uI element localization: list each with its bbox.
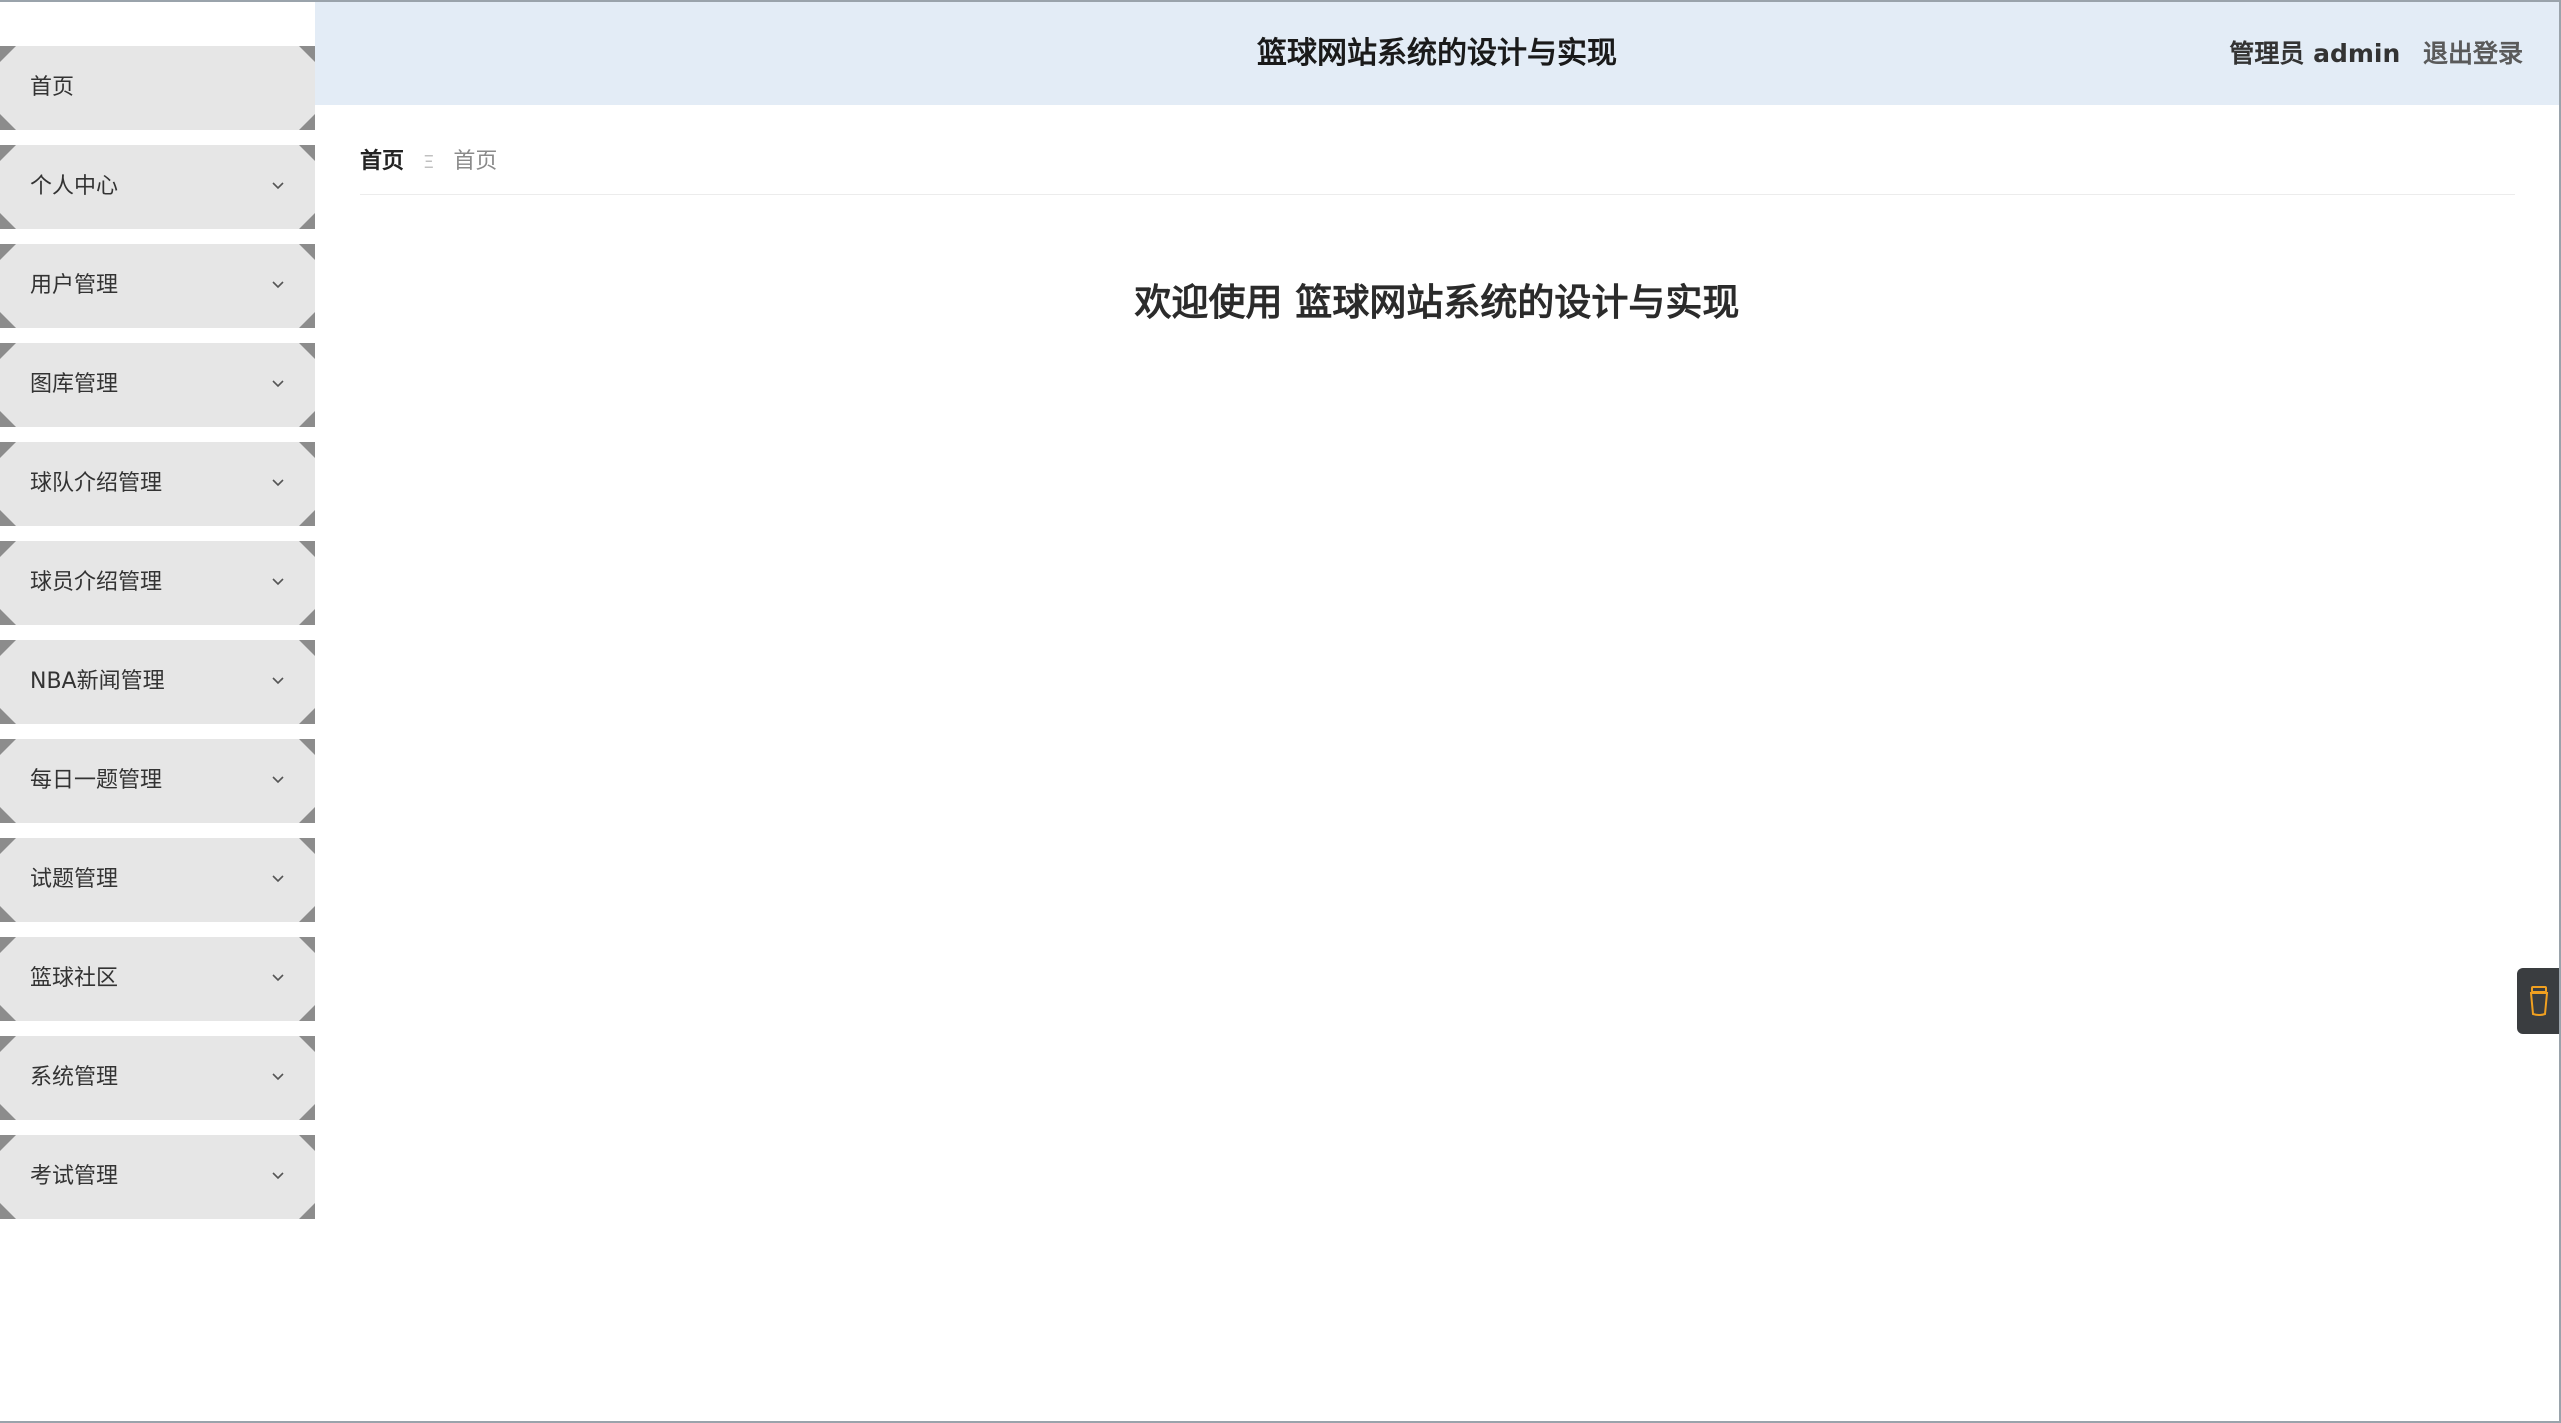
chevron-down-icon xyxy=(272,380,284,388)
sidebar-item-exam-question-management[interactable]: 试题管理 xyxy=(0,838,315,922)
content-divider xyxy=(360,194,2515,195)
sidebar-item-basketball-community[interactable]: 篮球社区 xyxy=(0,937,315,1021)
floating-widget-button[interactable] xyxy=(2517,968,2561,1034)
chevron-down-icon xyxy=(272,1172,284,1180)
chevron-down-icon xyxy=(272,1073,284,1081)
window-frame xyxy=(0,0,2561,1423)
sidebar-item-gallery-management[interactable]: 图库管理 xyxy=(0,343,315,427)
breadcrumb-current: 首页 xyxy=(453,149,498,174)
sidebar-item-label: 试题管理 xyxy=(30,867,119,892)
chevron-down-icon xyxy=(272,182,284,190)
chevron-down-icon xyxy=(272,776,284,784)
sidebar-item-home[interactable]: 首页 xyxy=(0,46,315,130)
breadcrumb: 首页 Ξ 首页 xyxy=(360,148,497,188)
sidebar-item-label: 球队介绍管理 xyxy=(30,471,163,496)
sidebar-item-nba-news-management[interactable]: NBA新闻管理 xyxy=(0,640,315,724)
welcome-heading: 欢迎使用 篮球网站系统的设计与实现 xyxy=(1134,281,1740,324)
chevron-down-icon xyxy=(272,677,284,685)
cup-icon xyxy=(2529,986,2549,1016)
current-user-label: 管理员 admin xyxy=(2229,39,2401,68)
top-header: 篮球网站系统的设计与实现 管理员 admin 退出登录 xyxy=(315,2,2559,105)
sidebar-item-label: 球员介绍管理 xyxy=(30,570,163,595)
sidebar-item-label: 考试管理 xyxy=(30,1164,119,1189)
sidebar-item-player-intro-management[interactable]: 球员介绍管理 xyxy=(0,541,315,625)
sidebar-item-label: 个人中心 xyxy=(30,174,119,199)
sidebar-item-label: NBA新闻管理 xyxy=(30,669,165,694)
chevron-down-icon xyxy=(272,578,284,586)
app-title: 篮球网站系统的设计与实现 xyxy=(1257,36,1617,71)
sidebar-item-personal-center[interactable]: 个人中心 xyxy=(0,145,315,229)
sidebar-item-label: 首页 xyxy=(30,75,75,100)
sidebar-item-exam-management[interactable]: 考试管理 xyxy=(0,1135,315,1219)
header-user-area: 管理员 admin 退出登录 xyxy=(2229,2,2523,105)
sidebar-item-label: 每日一题管理 xyxy=(30,768,163,793)
logout-button[interactable]: 退出登录 xyxy=(2423,39,2523,68)
sidebar-item-user-management[interactable]: 用户管理 xyxy=(0,244,315,328)
breadcrumb-separator: Ξ xyxy=(423,152,435,173)
sidebar-item-label: 用户管理 xyxy=(30,273,119,298)
sidebar-item-system-management[interactable]: 系统管理 xyxy=(0,1036,315,1120)
chevron-down-icon xyxy=(272,974,284,982)
sidebar-item-daily-question-management[interactable]: 每日一题管理 xyxy=(0,739,315,823)
breadcrumb-home[interactable]: 首页 xyxy=(360,149,404,174)
sidebar-menu: 首页 个人中心 用户管理 图库管理 球队介绍管理 球员介绍管理 NBA新闻管理 … xyxy=(0,46,315,1234)
chevron-down-icon xyxy=(272,281,284,289)
chevron-down-icon xyxy=(272,875,284,883)
sidebar-item-label: 系统管理 xyxy=(30,1065,119,1090)
sidebar: 首页 个人中心 用户管理 图库管理 球队介绍管理 球员介绍管理 NBA新闻管理 … xyxy=(0,0,315,1423)
sidebar-item-team-intro-management[interactable]: 球队介绍管理 xyxy=(0,442,315,526)
sidebar-item-label: 篮球社区 xyxy=(30,966,119,991)
chevron-down-icon xyxy=(272,479,284,487)
sidebar-item-label: 图库管理 xyxy=(30,372,119,397)
